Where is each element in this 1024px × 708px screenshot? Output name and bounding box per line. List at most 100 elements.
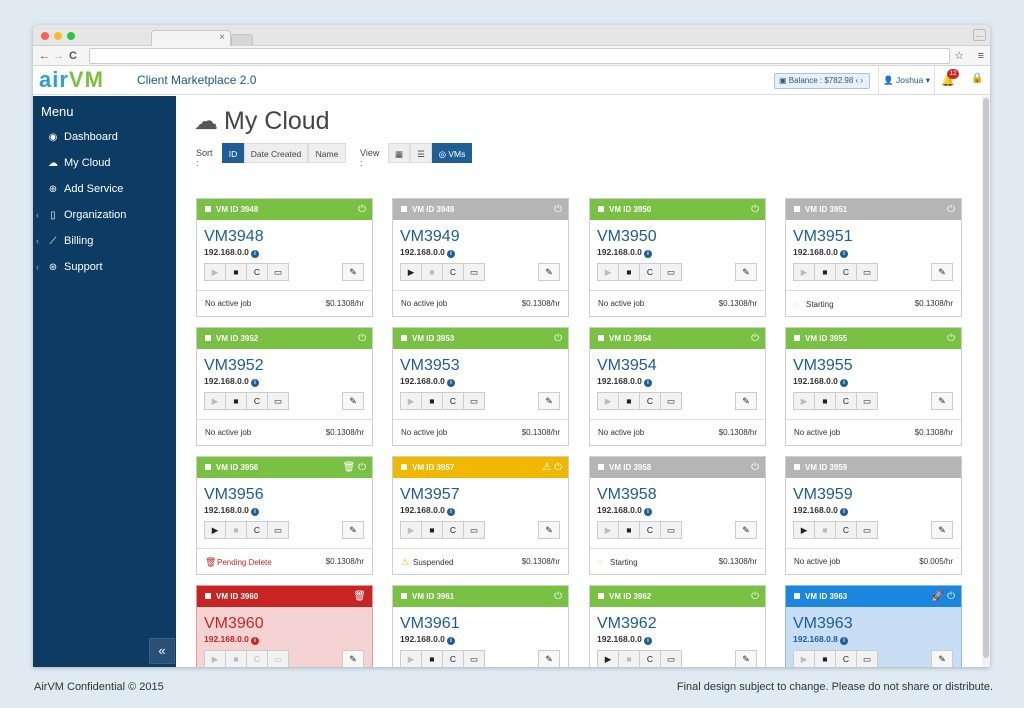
console-button[interactable]: ▭ — [267, 392, 289, 410]
vm-name[interactable]: VM3952 — [197, 349, 372, 375]
forward-icon[interactable]: → — [53, 49, 64, 63]
stop-button[interactable]: ■ — [618, 521, 640, 539]
stop-button[interactable]: ■ — [814, 521, 836, 539]
info-icon[interactable]: i — [250, 637, 259, 645]
vm-name[interactable]: VM3951 — [786, 220, 961, 246]
power-icon[interactable]: ⏻ — [751, 199, 759, 220]
settings-wrench-button[interactable]: ✎ — [931, 521, 953, 539]
stop-button[interactable]: ■ — [814, 650, 836, 667]
power-icon[interactable]: ⏻ — [554, 199, 562, 220]
checkbox-icon[interactable] — [794, 463, 800, 470]
stop-button[interactable]: ■ — [421, 650, 443, 667]
settings-wrench-button[interactable]: ✎ — [342, 392, 364, 410]
console-button[interactable]: ▭ — [660, 521, 682, 539]
console-button[interactable]: ▭ — [856, 263, 878, 281]
console-button[interactable]: ▭ — [856, 392, 878, 410]
restart-button[interactable]: C — [442, 521, 464, 539]
vm-card[interactable]: VM ID 3951 ⏻ VM3951 192.168.0.0 i ▶ ■ C ▭ ✎ ◌ Start… — [785, 198, 962, 317]
info-icon[interactable]: i — [643, 508, 652, 516]
restart-button[interactable]: C — [442, 263, 464, 281]
restart-button[interactable]: C — [835, 521, 857, 539]
vm-name[interactable]: VM3950 — [590, 220, 765, 246]
checkbox-icon[interactable] — [401, 205, 407, 212]
console-button[interactable]: ▭ — [660, 263, 682, 281]
scrollbar[interactable] — [982, 96, 990, 667]
settings-wrench-button[interactable]: ✎ — [538, 263, 560, 281]
play-button[interactable]: ▶ — [204, 521, 226, 539]
restart-button[interactable]: C — [442, 392, 464, 410]
lock-icon[interactable]: 🔒 — [971, 73, 983, 84]
play-button[interactable]: ▶ — [204, 650, 226, 667]
play-button[interactable]: ▶ — [400, 650, 422, 667]
info-icon[interactable]: i — [250, 250, 259, 258]
power-icon[interactable]: ⏻ — [751, 586, 759, 607]
info-icon[interactable]: i — [446, 250, 455, 258]
sidebar-item-organization[interactable]: ‹ ▯ Organization — [33, 202, 176, 228]
new-tab-button[interactable] — [231, 34, 253, 46]
power-icon[interactable]: ⏻ — [358, 199, 366, 220]
sidebar-item-dashboard[interactable]: ◉ Dashboard — [33, 124, 176, 150]
console-button[interactable]: ▭ — [463, 650, 485, 667]
checkbox-icon[interactable] — [205, 334, 211, 341]
info-icon[interactable]: i — [250, 379, 259, 387]
checkbox-icon[interactable] — [794, 334, 800, 341]
power-icon[interactable]: ⏻ — [947, 199, 955, 220]
checkbox-icon[interactable] — [794, 592, 800, 599]
vm-name[interactable]: VM3954 — [590, 349, 765, 375]
settings-wrench-button[interactable]: ✎ — [735, 392, 757, 410]
balance-widget[interactable]: ▣ Balance : $782.98 ‹ › — [774, 73, 870, 89]
play-button[interactable]: ▶ — [400, 521, 422, 539]
sidebar-item-my-cloud[interactable]: ☁ My Cloud — [33, 150, 176, 176]
console-button[interactable]: ▭ — [856, 650, 878, 667]
vm-name[interactable]: VM3948 — [197, 220, 372, 246]
play-button[interactable]: ▶ — [793, 263, 815, 281]
vm-card[interactable]: VM ID 3963 🚀 ⏻ VM3963 192.168.0.8 i ▶ ■ C ▭ ✎ — [785, 585, 962, 667]
vm-name[interactable]: VM3949 — [393, 220, 568, 246]
vm-name[interactable]: VM3959 — [786, 478, 961, 504]
stop-button[interactable]: ■ — [225, 263, 247, 281]
restart-button[interactable]: C — [639, 263, 661, 281]
vm-card[interactable]: VM ID 3962 ⏻ VM3962 192.168.0.0 i ▶ ■ C ▭ ✎ — [589, 585, 766, 667]
info-icon[interactable]: i — [643, 637, 652, 645]
settings-wrench-button[interactable]: ✎ — [538, 392, 560, 410]
restart-button[interactable]: C — [246, 263, 268, 281]
console-button[interactable]: ▭ — [267, 263, 289, 281]
restart-button[interactable]: C — [835, 263, 857, 281]
vm-name[interactable]: VM3963 — [786, 607, 961, 633]
play-button[interactable]: ▶ — [400, 392, 422, 410]
restart-button[interactable]: C — [246, 392, 268, 410]
sort-by-date-button[interactable]: Date Created — [244, 143, 308, 163]
stop-button[interactable]: ■ — [814, 392, 836, 410]
restart-button[interactable]: C — [835, 392, 857, 410]
power-icon[interactable]: 🚀 ⏻ — [932, 586, 955, 607]
vm-card[interactable]: VM ID 3955 ⏻ VM3955 192.168.0.0 i ▶ ■ C ▭ ✎ No act… — [785, 327, 962, 446]
settings-wrench-button[interactable]: ✎ — [735, 650, 757, 667]
sidebar-item-add-service[interactable]: ⊕ Add Service — [33, 176, 176, 202]
stop-button[interactable]: ■ — [421, 392, 443, 410]
stop-button[interactable]: ■ — [618, 263, 640, 281]
restart-button[interactable]: C — [639, 392, 661, 410]
console-button[interactable]: ▭ — [463, 521, 485, 539]
vm-card[interactable]: VM ID 3958 ⏻ VM3958 192.168.0.0 i ▶ ■ C ▭ ✎ ◌ Start… — [589, 456, 766, 575]
view-list-button[interactable]: ☰ — [410, 143, 432, 163]
vm-card[interactable]: VM ID 3959 VM3959 192.168.0.0 i ▶ ■ C ▭ ✎ No acti… — [785, 456, 962, 575]
browser-extension-button[interactable]: … — [973, 29, 986, 41]
settings-wrench-button[interactable]: ✎ — [931, 263, 953, 281]
vm-card[interactable]: VM ID 3957 ⚠ ⏻ VM3957 192.168.0.0 i ▶ ■ C ▭ ✎ ⚠ Sus… — [392, 456, 569, 575]
play-button[interactable]: ▶ — [597, 521, 619, 539]
play-button[interactable]: ▶ — [204, 263, 226, 281]
power-icon[interactable]: ⏻ — [751, 457, 759, 478]
checkbox-icon[interactable] — [598, 205, 604, 212]
info-icon[interactable]: i — [643, 250, 652, 258]
settings-wrench-button[interactable]: ✎ — [931, 392, 953, 410]
tab-close-icon[interactable]: × — [219, 31, 225, 45]
vm-name[interactable]: VM3956 — [197, 478, 372, 504]
vm-card[interactable]: VM ID 3948 ⏻ VM3948 192.168.0.0 i ▶ ■ C ▭ ✎ No act… — [196, 198, 373, 317]
play-button[interactable]: ▶ — [597, 650, 619, 667]
address-bar[interactable] — [89, 48, 950, 64]
vm-name[interactable]: VM3962 — [590, 607, 765, 633]
stop-button[interactable]: ■ — [421, 263, 443, 281]
info-icon[interactable]: i — [839, 379, 848, 387]
bookmark-star-icon[interactable]: ☆ — [954, 49, 964, 63]
checkbox-icon[interactable] — [401, 463, 407, 470]
